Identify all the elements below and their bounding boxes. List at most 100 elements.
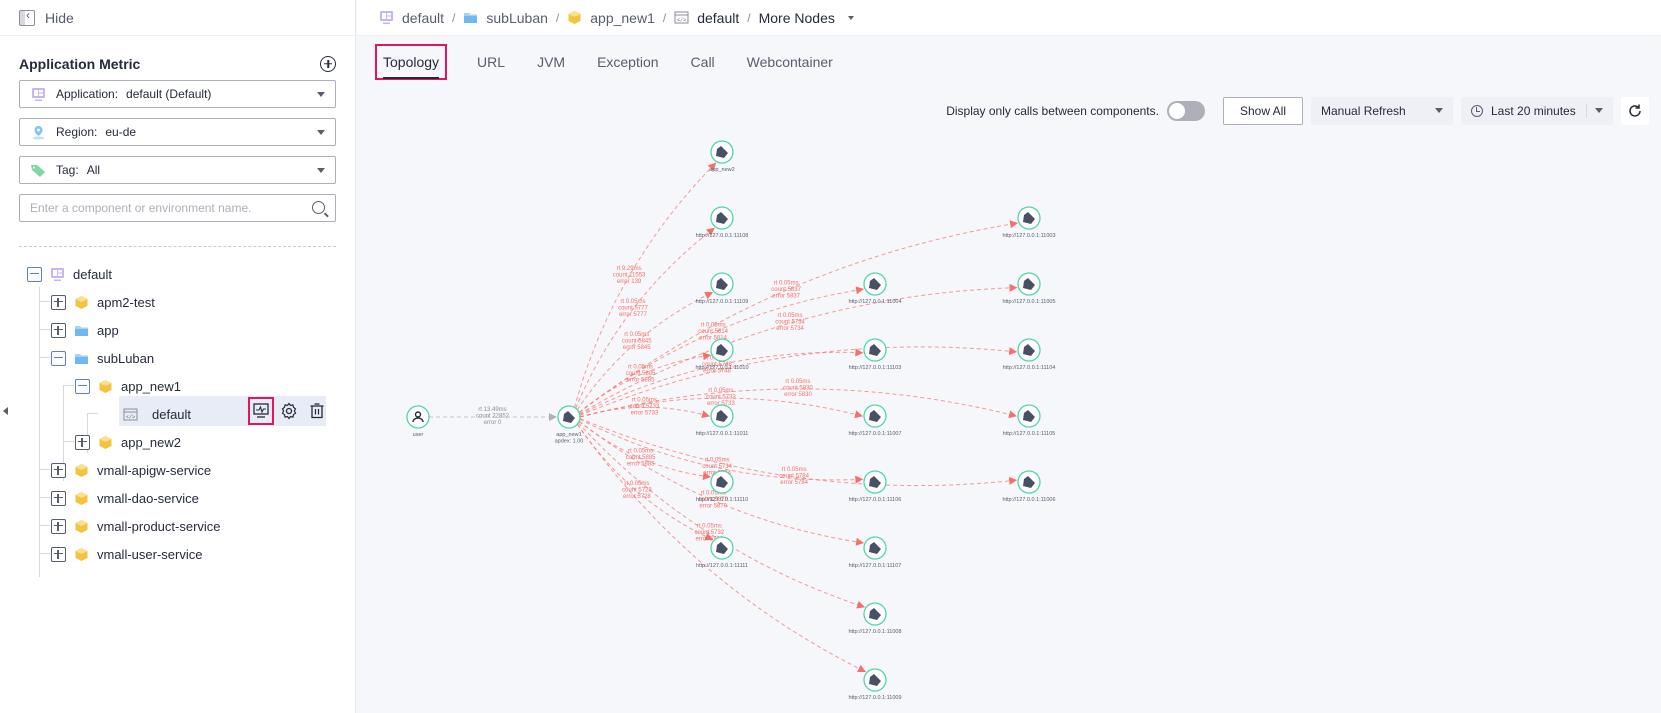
- components-only-toggle[interactable]: [1166, 101, 1205, 121]
- tab-url[interactable]: URL: [461, 44, 521, 80]
- topology-edge[interactable]: [579, 346, 1018, 416]
- breadcrumb-item-folder[interactable]: subLuban: [463, 10, 548, 26]
- tag-select[interactable]: Tag: All: [19, 156, 336, 184]
- tree-node-label: default: [152, 406, 192, 422]
- tab-exception[interactable]: Exception: [581, 44, 674, 80]
- service-node[interactable]: http://127.0.0.1:11110: [696, 470, 748, 503]
- service-node[interactable]: http://127.0.0.1:11109: [696, 272, 749, 305]
- tab-webcontainer[interactable]: Webcontainer: [731, 44, 849, 80]
- tree-node-default-app[interactable]: default: [27, 261, 112, 287]
- service-node[interactable]: http://127.0.0.1:11111: [696, 536, 748, 569]
- tree-guide: [40, 525, 50, 526]
- tree-node-app-new2[interactable]: app_new2: [75, 429, 181, 455]
- breadcrumb-item-component[interactable]: app_new1: [567, 10, 655, 26]
- service-node[interactable]: http://127.0.0.1:11009: [848, 668, 902, 701]
- tab-label: Topology: [383, 45, 440, 79]
- breadcrumb-separator: /: [555, 10, 560, 25]
- user-node[interactable]: user: [406, 405, 430, 438]
- topology-edge[interactable]: [579, 418, 1018, 487]
- topology-edge[interactable]: [576, 291, 714, 411]
- environment-icon: </>: [674, 11, 689, 24]
- node-label: http://127.0.0.1:11004: [848, 299, 901, 305]
- tree-node-app-new1[interactable]: app_new1: [75, 373, 181, 399]
- topology-edge[interactable]: [575, 227, 715, 409]
- service-node[interactable]: http://127.0.0.1:11008: [848, 602, 902, 635]
- search-input[interactable]: [20, 195, 335, 221]
- service-node[interactable]: http://127.0.0.1:11108: [696, 206, 749, 239]
- breadcrumb-item-application[interactable]: default: [379, 10, 444, 26]
- more-nodes-dropdown[interactable]: More Nodes: [759, 10, 854, 26]
- edge-metric-label: rt 0.05ms: [628, 365, 653, 371]
- expand-icon[interactable]: [51, 294, 66, 310]
- service-node[interactable]: http://127.0.0.1:11107: [849, 536, 902, 569]
- service-node[interactable]: http://127.0.0.1:11106: [849, 470, 902, 503]
- time-range-select[interactable]: Last 20 minutes: [1461, 97, 1613, 125]
- service-node[interactable]: http://127.0.0.1:11004: [848, 272, 902, 305]
- tab-call[interactable]: Call: [675, 44, 731, 80]
- tree-guide: [40, 329, 50, 330]
- tree-node-vmall-user-service[interactable]: vmall-user-service: [51, 541, 202, 567]
- service-node[interactable]: http://127.0.0.1:11003: [1002, 206, 1056, 239]
- monitor-button[interactable]: [248, 397, 274, 425]
- topology-edge[interactable]: [576, 423, 714, 541]
- service-node[interactable]: http://127.0.0.1:11105: [1003, 404, 1056, 437]
- delete-button[interactable]: [306, 399, 328, 423]
- tree-node-vmall-apigw-service[interactable]: vmall-apigw-service: [51, 457, 211, 483]
- region-select[interactable]: Region: eu-de: [19, 118, 336, 146]
- service-node[interactable]: http://127.0.0.1:11103: [849, 338, 902, 371]
- topology-edge[interactable]: [578, 420, 712, 480]
- divider: [19, 246, 336, 247]
- trash-icon: [310, 403, 324, 419]
- tree-node-default-env[interactable]: </> default: [123, 401, 191, 427]
- node-label: http://127.0.0.1:11109: [696, 299, 749, 305]
- service-node[interactable]: app_new2: [709, 140, 735, 173]
- tree-node-vmall-dao-service[interactable]: vmall-dao-service: [51, 485, 199, 511]
- tab-topology[interactable]: Topology: [375, 44, 448, 80]
- refresh-button[interactable]: [1621, 97, 1649, 125]
- application-select[interactable]: Application: default (Default): [19, 80, 336, 108]
- collapse-icon[interactable]: [51, 350, 66, 366]
- service-node[interactable]: http://127.0.0.1:11005: [1002, 272, 1056, 305]
- topology-edge[interactable]: [579, 283, 1018, 415]
- show-all-button[interactable]: Show All: [1222, 97, 1303, 125]
- edge-metric-label: error 5830: [784, 392, 812, 398]
- breadcrumb-item-environment[interactable]: </> default: [674, 10, 739, 26]
- node-label: http://127.0.0.1:11105: [1003, 431, 1056, 437]
- expand-icon[interactable]: [75, 434, 90, 450]
- edge-metric-label: error 0: [484, 420, 502, 426]
- tree-node-label: app_new1: [121, 378, 181, 394]
- expand-icon[interactable]: [51, 546, 66, 562]
- topology-edge[interactable]: [579, 406, 710, 419]
- service-node[interactable]: http://127.0.0.1:11104: [1003, 338, 1056, 371]
- expand-icon[interactable]: [51, 322, 66, 338]
- expand-icon[interactable]: [51, 462, 66, 478]
- service-node[interactable]: http://127.0.0.1:11007: [848, 404, 902, 437]
- collapse-icon[interactable]: [75, 378, 90, 394]
- sidebar-collapse-handle[interactable]: [0, 404, 10, 418]
- breadcrumb-separator: /: [662, 10, 667, 25]
- tree-node-subluban[interactable]: subLuban: [51, 345, 154, 371]
- topology-edge[interactable]: [578, 220, 1019, 414]
- edge-metric-label: rt 13.49ms: [478, 407, 506, 413]
- hide-sidebar-button[interactable]: Hide: [0, 0, 355, 36]
- environment-icon: </>: [123, 407, 138, 422]
- tab-jvm[interactable]: JVM: [521, 44, 581, 80]
- breadcrumb-label: subLuban: [486, 9, 548, 26]
- chevron-down-icon: [317, 92, 325, 97]
- service-node[interactable]: http://127.0.0.1:11006: [1002, 470, 1056, 503]
- tree-node-apm2-test[interactable]: apm2-test: [51, 289, 155, 315]
- service-node[interactable]: app_new1apdex: 1.00: [555, 405, 584, 445]
- refresh-mode-select[interactable]: Manual Refresh: [1311, 97, 1453, 125]
- tree-guide: [40, 553, 50, 554]
- service-node[interactable]: http://127.0.0.1:11011: [696, 404, 749, 437]
- search-icon[interactable]: [312, 201, 325, 214]
- settings-button[interactable]: [278, 399, 300, 423]
- collapse-icon[interactable]: [27, 266, 42, 282]
- expand-icon[interactable]: [51, 490, 66, 506]
- tree-node-vmall-product-service[interactable]: vmall-product-service: [51, 513, 221, 539]
- application-icon: [30, 86, 46, 102]
- expand-icon[interactable]: [51, 518, 66, 534]
- service-node[interactable]: http://127.0.0.1:11010: [695, 338, 749, 371]
- add-icon[interactable]: [320, 55, 336, 72]
- tree-node-app[interactable]: app: [51, 317, 119, 343]
